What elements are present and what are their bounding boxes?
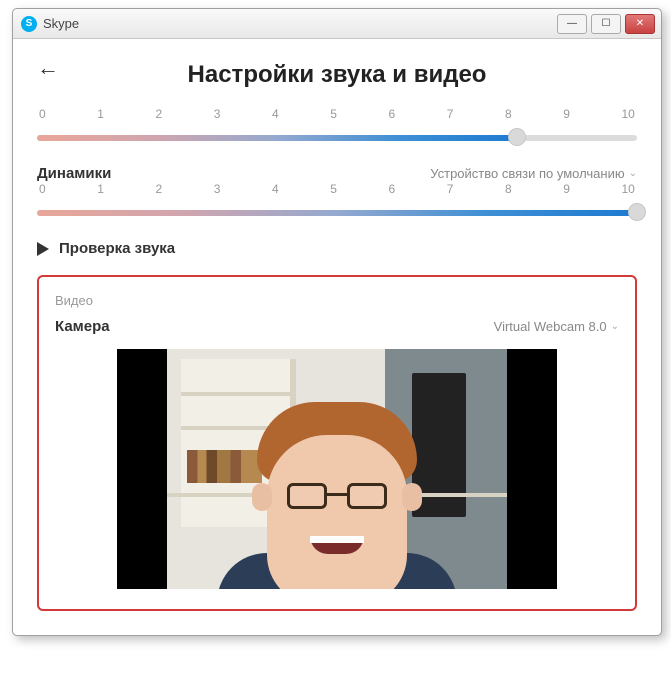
minimize-button[interactable]: —	[557, 14, 587, 34]
camera-device-dropdown[interactable]: Virtual Webcam 8.0 ⌄	[494, 319, 619, 334]
video-section-label: Видео	[55, 293, 619, 308]
sound-test-button[interactable]: Проверка звука	[37, 240, 637, 257]
camera-label: Камера	[55, 318, 110, 335]
window-buttons: — ☐ ✕	[557, 14, 661, 34]
speaker-slider[interactable]	[37, 202, 637, 222]
microphone-slider[interactable]	[37, 127, 637, 147]
app-window: S Skype — ☐ ✕ ← Настройки звука и видео …	[12, 8, 662, 636]
titlebar-text: Skype	[43, 16, 79, 31]
close-button[interactable]: ✕	[625, 14, 655, 34]
chevron-down-icon: ⌄	[611, 321, 619, 332]
microphone-slider-thumb[interactable]	[508, 128, 526, 146]
play-icon	[37, 242, 49, 256]
speaker-ticks: 0 1 2 3 4 5 6 7 8 9 10	[37, 182, 637, 196]
speakers-row: Динамики Устройство связи по умолчанию ⌄	[37, 165, 637, 182]
page-title: Настройки звука и видео	[37, 61, 637, 89]
camera-preview	[117, 349, 557, 589]
skype-icon: S	[21, 16, 37, 32]
titlebar: S Skype — ☐ ✕	[13, 9, 661, 39]
content-area: ← Настройки звука и видео 0 1 2 3 4 5 6 …	[13, 39, 661, 635]
camera-feed	[167, 349, 507, 589]
video-panel: Видео Камера Virtual Webcam 8.0 ⌄	[37, 275, 637, 611]
chevron-down-icon: ⌄	[629, 168, 637, 179]
maximize-button[interactable]: ☐	[591, 14, 621, 34]
speaker-slider-thumb[interactable]	[628, 203, 646, 221]
speakers-device-dropdown[interactable]: Устройство связи по умолчанию ⌄	[430, 166, 637, 181]
speakers-label: Динамики	[37, 165, 111, 182]
mic-ticks: 0 1 2 3 4 5 6 7 8 9 10	[37, 107, 637, 121]
